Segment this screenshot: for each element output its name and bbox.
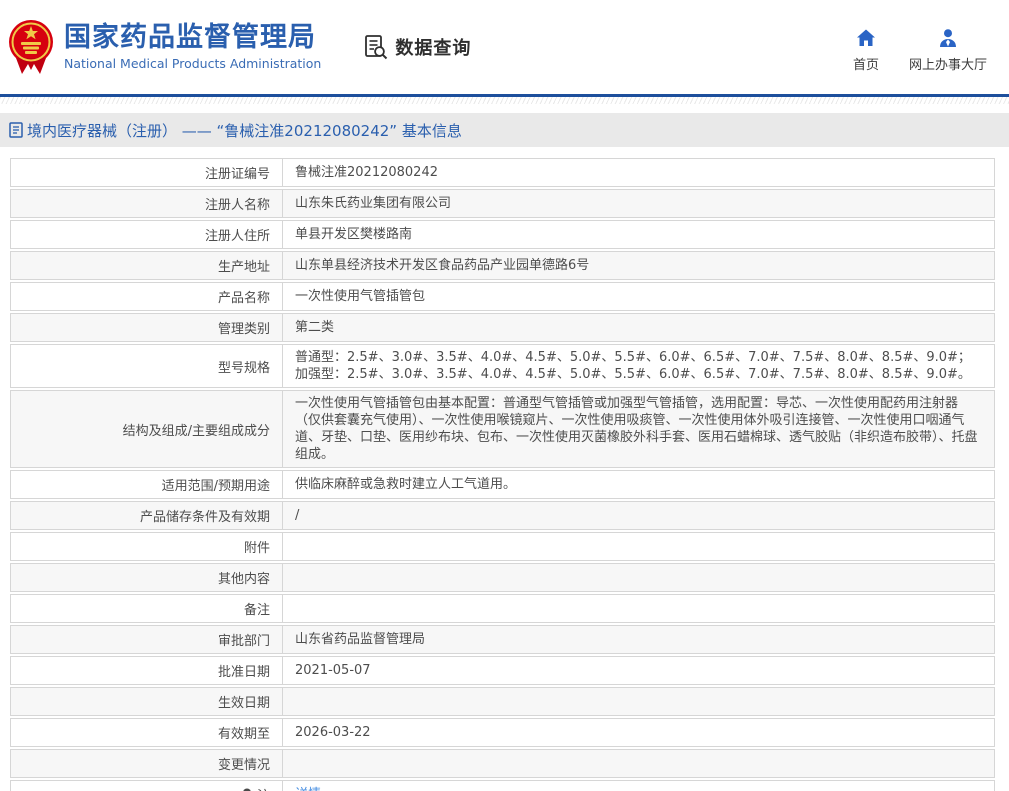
row-label: 审批部门 xyxy=(11,626,283,653)
row-label: 注册人住所 xyxy=(11,221,283,248)
home-icon xyxy=(856,29,875,46)
table-row: 型号规格 普通型：2.5#、3.0#、3.5#、4.0#、4.5#、5.0#、5.… xyxy=(10,344,995,388)
row-value: 普通型：2.5#、3.0#、3.5#、4.0#、4.5#、5.0#、5.5#、6… xyxy=(295,350,971,382)
row-value: 2021-05-07 xyxy=(295,663,371,678)
table-row: 管理类别 第二类 xyxy=(10,313,995,342)
row-label: 生产地址 xyxy=(11,252,283,279)
info-table: 注册证编号 鲁械注准20212080242 注册人名称 山东朱氏药业集团有限公司 注册人… xyxy=(10,158,995,791)
hatched-divider xyxy=(0,97,1009,104)
row-label: 注 xyxy=(11,781,283,791)
row-label: 备注 xyxy=(11,595,283,622)
nav-label: 首页 xyxy=(852,58,879,73)
row-label: 变更情况 xyxy=(11,750,283,777)
row-value: 山东单县经济技术开发区食品药品产业园单德路6号 xyxy=(295,258,590,273)
nav-item-home[interactable]: 首页 xyxy=(853,28,879,73)
row-value: 山东省药品监督管理局 xyxy=(295,632,426,647)
row-label: 产品名称 xyxy=(11,283,283,310)
row-value: 单县开发区樊楼路南 xyxy=(295,227,413,242)
row-value xyxy=(283,564,994,591)
table-row: 结构及组成/主要组成成分 一次性使用气管插管包由基本配置：普通型气管插管或加强型气… xyxy=(10,390,995,468)
row-label: 附件 xyxy=(11,533,283,560)
row-value: 一次性使用气管插管包 xyxy=(295,289,426,304)
org-name-cn: 国家药品监督管理局 xyxy=(64,22,316,53)
detail-link[interactable]: 详情 xyxy=(295,786,321,791)
table-row: 注册证编号 鲁械注准20212080242 xyxy=(10,158,995,187)
table-row: 产品名称 一次性使用气管插管包 xyxy=(10,282,995,311)
row-label: 注册人名称 xyxy=(11,190,283,217)
row-value: 第二类 xyxy=(295,320,335,335)
table-row: 注详情 xyxy=(10,780,995,791)
table-row: 审批部门 山东省药品监督管理局 xyxy=(10,625,995,654)
user-icon xyxy=(939,29,956,47)
table-row: 生效日期 xyxy=(10,687,995,716)
row-label: 适用范围/预期用途 xyxy=(11,471,283,498)
row-value: 鲁械注准20212080242 xyxy=(295,165,438,180)
table-row: 生产地址 山东单县经济技术开发区食品药品产业园单德路6号 xyxy=(10,251,995,280)
table-row: 变更情况 xyxy=(10,749,995,778)
row-label: 注册证编号 xyxy=(11,159,283,186)
row-label: 结构及组成/主要组成成分 xyxy=(11,391,283,467)
row-value: / xyxy=(295,508,300,523)
row-label: 生效日期 xyxy=(11,688,283,715)
row-value xyxy=(283,750,994,777)
row-label: 其他内容 xyxy=(11,564,283,591)
table-row: 产品储存条件及有效期 / xyxy=(10,501,995,530)
table-row: 注册人名称 山东朱氏药业集团有限公司 xyxy=(10,189,995,218)
data-query-menu[interactable]: 数据查询 xyxy=(363,34,471,60)
org-name-en: National Medical Products Administration xyxy=(64,56,322,71)
data-query-label: 数据查询 xyxy=(395,38,472,59)
row-value: 山东朱氏药业集团有限公司 xyxy=(295,196,452,211)
national-emblem-icon xyxy=(9,20,53,74)
row-value: 供临床麻醉或急救时建立人工气道用。 xyxy=(295,477,517,492)
nav-label: 网上办事大厅 xyxy=(908,58,987,73)
table-row: 适用范围/预期用途 供临床麻醉或急救时建立人工气道用。 xyxy=(10,470,995,499)
nav-item-service-hall[interactable]: 网上办事大厅 xyxy=(909,28,987,73)
row-label: 管理类别 xyxy=(11,314,283,341)
table-row: 附件 xyxy=(10,532,995,561)
document-icon xyxy=(9,122,23,138)
row-value xyxy=(283,533,994,560)
row-value: 2026-03-22 xyxy=(295,725,371,740)
row-label: 产品储存条件及有效期 xyxy=(11,502,283,529)
top-nav: 首页 网上办事大厅 xyxy=(853,28,987,73)
site-logo[interactable]: 国家药品监督管理局 National Medical Products Admi… xyxy=(8,18,321,76)
data-query-icon xyxy=(365,35,388,60)
page-title: 境内医疗器械（注册） —— “鲁械注准20212080242” 基本信息 xyxy=(27,121,462,140)
table-row: 批准日期 2021-05-07 xyxy=(10,656,995,685)
row-value xyxy=(283,688,994,715)
row-value xyxy=(283,595,994,622)
row-label: 有效期至 xyxy=(11,719,283,746)
row-value: 一次性使用气管插管包由基本配置：普通型气管插管或加强型气管插管，选用配置：导芯、… xyxy=(295,396,978,462)
breadcrumb-bar: 境内医疗器械（注册） —— “鲁械注准20212080242” 基本信息 xyxy=(0,113,1009,147)
row-label: 型号规格 xyxy=(11,345,283,387)
site-header: 国家药品监督管理局 National Medical Products Admi… xyxy=(0,0,1009,97)
table-row: 有效期至 2026-03-22 xyxy=(10,718,995,747)
table-row: 备注 xyxy=(10,594,995,623)
table-row: 其他内容 xyxy=(10,563,995,592)
table-row: 注册人住所 单县开发区樊楼路南 xyxy=(10,220,995,249)
row-label: 批准日期 xyxy=(11,657,283,684)
row-value: 详情 xyxy=(283,781,994,791)
